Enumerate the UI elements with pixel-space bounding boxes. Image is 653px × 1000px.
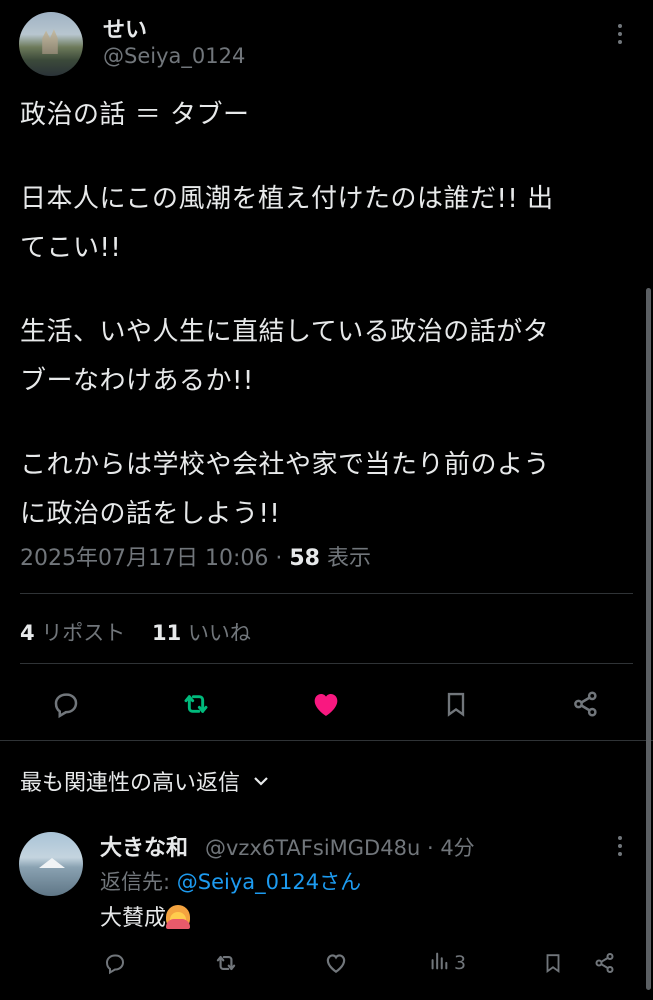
reply-views-count: 3 bbox=[454, 952, 467, 974]
hands-raised-emoji-icon bbox=[166, 905, 191, 929]
reply-time[interactable]: 4分 bbox=[440, 836, 474, 860]
reply-author-avatar[interactable] bbox=[19, 832, 83, 896]
author-avatar[interactable] bbox=[19, 12, 83, 76]
share-icon[interactable] bbox=[568, 686, 604, 722]
reply-bookmark-icon[interactable] bbox=[538, 948, 568, 978]
engagement-stats: 4 リポスト 11 いいね bbox=[20, 617, 251, 647]
divider bbox=[20, 593, 633, 594]
reposts-count: 4 bbox=[20, 621, 35, 645]
reply-to: 返信先: @Seiya_0124さん bbox=[100, 866, 361, 896]
likes-label: いいね bbox=[187, 621, 251, 645]
reply-author-handle[interactable]: @vzx6TAFsiMGD48u bbox=[205, 836, 420, 860]
chevron-down-icon bbox=[253, 768, 269, 793]
reply-more-options-icon[interactable] bbox=[612, 836, 628, 860]
reply-reply-icon[interactable] bbox=[100, 948, 130, 978]
reply-to-prefix: 返信先: bbox=[100, 870, 171, 894]
like-icon[interactable] bbox=[308, 686, 344, 722]
post-text-line: これからは学校や会社や家で当たり前のよう bbox=[20, 450, 551, 480]
reply-author-name[interactable]: 大きな和 bbox=[100, 830, 188, 862]
reply-views[interactable]: 3 bbox=[428, 948, 476, 978]
likes-count: 11 bbox=[152, 621, 182, 645]
views-count: 58 bbox=[289, 546, 320, 571]
post-text-line: てこい!! bbox=[20, 233, 122, 263]
post-text-line: 日本人にこの風潮を植え付けたのは誰だ!! 出 bbox=[20, 184, 554, 214]
views-label: 表示 bbox=[327, 546, 372, 571]
replies-sort-dropdown[interactable]: 最も関連性の高い返信 bbox=[20, 765, 269, 797]
author-handle[interactable]: @Seiya_0124 bbox=[103, 44, 245, 68]
post-meta: 2025年07月17日 10:06 · 58 表示 bbox=[20, 540, 371, 572]
post-text-line: 生活、いや人生に直結している政治の話がタ bbox=[20, 317, 550, 347]
section-divider bbox=[0, 740, 653, 741]
divider bbox=[20, 663, 633, 664]
author-name[interactable]: せい bbox=[103, 12, 147, 44]
reply-like-icon[interactable] bbox=[321, 948, 351, 978]
meta-separator: · bbox=[426, 836, 434, 860]
reply-icon[interactable] bbox=[48, 686, 84, 722]
scrollbar[interactable] bbox=[646, 288, 651, 990]
reply-to-handle[interactable]: @Seiya_0124さん bbox=[177, 870, 361, 894]
retweet-icon[interactable] bbox=[178, 686, 214, 722]
post-timestamp[interactable]: 2025年07月17日 10:06 bbox=[20, 546, 268, 571]
reposts-stat[interactable]: 4 リポスト bbox=[20, 621, 125, 645]
reply-text: 大賛成 bbox=[100, 900, 191, 932]
reposts-label: リポスト bbox=[41, 621, 126, 645]
reply-retweet-icon[interactable] bbox=[211, 948, 241, 978]
meta-separator: · bbox=[275, 546, 283, 571]
more-options-icon[interactable] bbox=[612, 24, 628, 48]
bookmark-icon[interactable] bbox=[438, 686, 474, 722]
bar-chart-icon bbox=[428, 950, 450, 976]
post-text-line: 政治の話 ＝ タブー bbox=[20, 100, 250, 130]
replies-sort-label: 最も関連性の高い返信 bbox=[20, 771, 241, 796]
post-text-line: に政治の話をしよう!! bbox=[20, 499, 281, 529]
reply-share-icon[interactable] bbox=[590, 948, 620, 978]
likes-stat[interactable]: 11 いいね bbox=[152, 621, 251, 645]
post-text-line: ブーなわけあるか!! bbox=[20, 366, 254, 396]
reply-author-meta: @vzx6TAFsiMGD48u · 4分 bbox=[205, 832, 475, 862]
reply-text-content: 大賛成 bbox=[100, 906, 167, 931]
